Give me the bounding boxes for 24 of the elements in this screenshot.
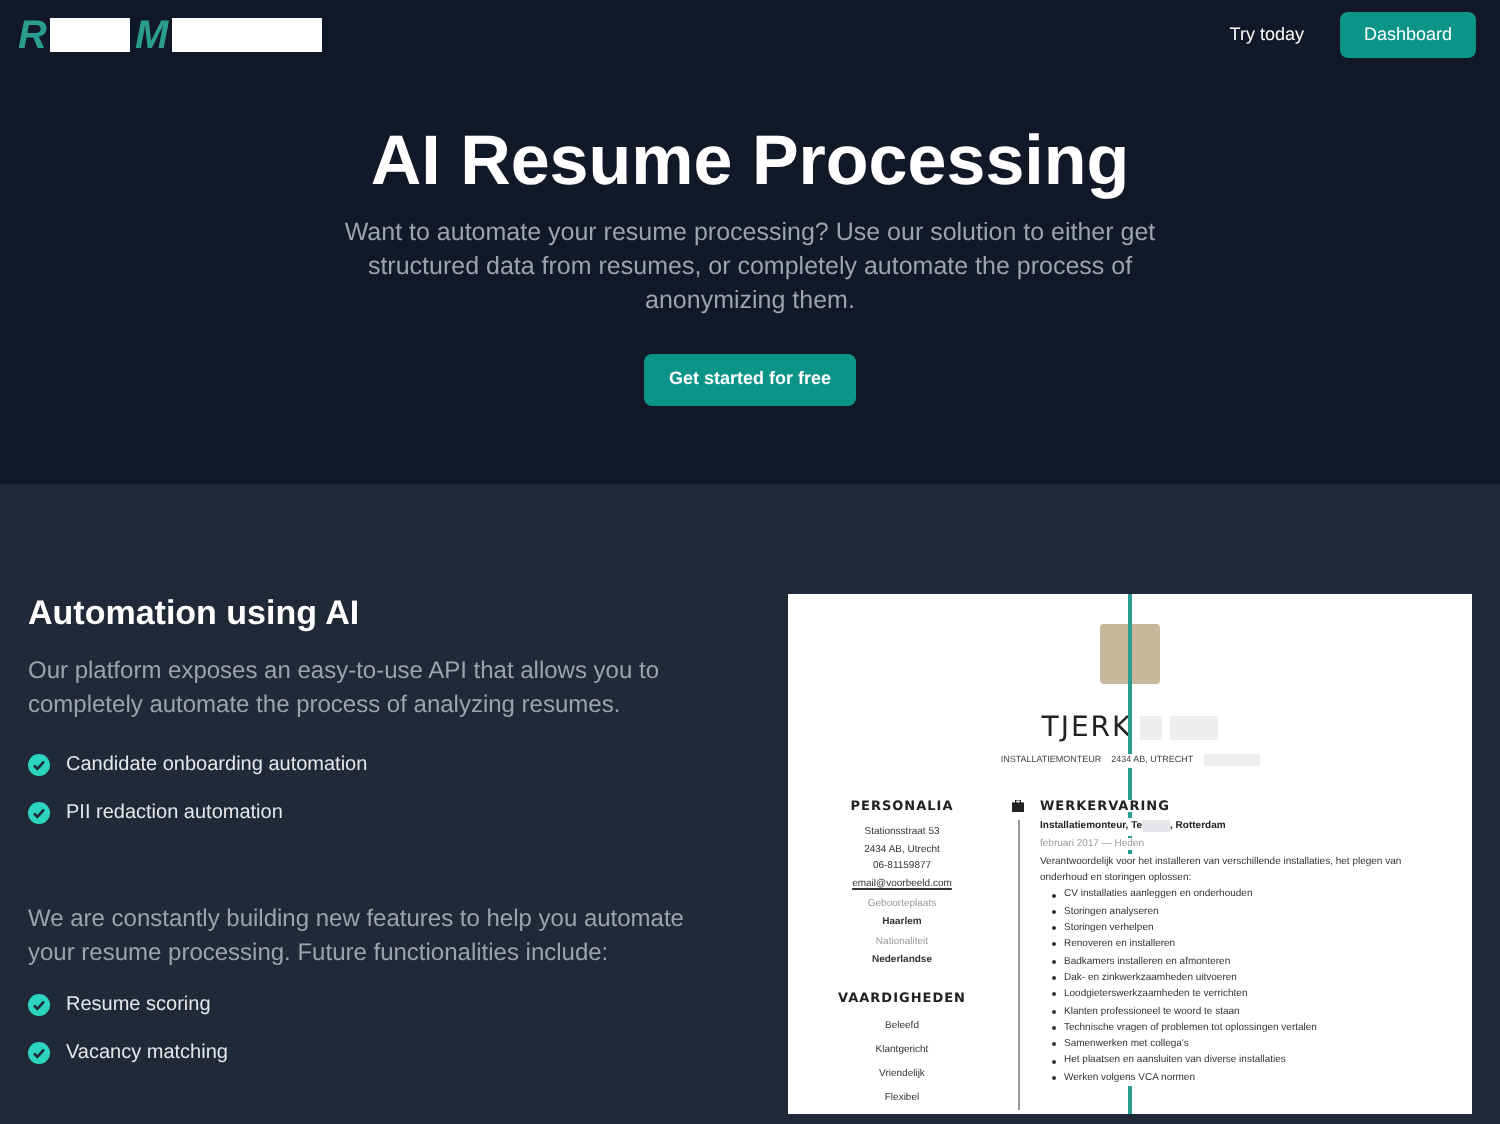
feature-text: PII redaction automation: [66, 799, 283, 827]
check-circle-icon: [28, 1041, 50, 1063]
resume-name: TJERK: [1041, 714, 1133, 742]
dashboard-button[interactable]: Dashboard: [1339, 12, 1476, 58]
check-circle-icon: [28, 801, 50, 823]
check-circle-icon: [28, 993, 50, 1015]
future-intro: We are constantly building new features to help you automate your resume processing. Future functionalities include:: [28, 902, 686, 970]
feature-text: Candidate onboarding automation: [66, 751, 368, 779]
check-circle-icon: [28, 753, 50, 775]
photo-placeholder: [1100, 624, 1160, 684]
get-started-button[interactable]: Get started for free: [644, 354, 856, 406]
logo-letter: R: [18, 15, 47, 55]
feature-text: Resume scoring: [66, 991, 211, 1019]
feature-text: Vacancy matching: [66, 1039, 228, 1067]
logo-letter: M: [134, 15, 169, 55]
compare-slider-handle[interactable]: [1128, 594, 1132, 1114]
briefcase-icon: [1012, 799, 1024, 812]
section-heading: Automation using AI: [28, 596, 362, 630]
hero-title: AI Resume Processing: [370, 126, 1130, 196]
nav-link[interactable]: Try today: [1229, 21, 1304, 49]
hero-subtitle: Want to automate your resume processing? Use our solution to either get structured data from resumes, or completely automate the process of anonymizing them.: [342, 216, 1158, 318]
redaction-block: [50, 18, 131, 52]
section-intro: Our platform exposes an easy-to-use API that allows you to completely automate the process of analyzing resumes.: [28, 654, 661, 722]
redaction-block: [1142, 820, 1171, 833]
